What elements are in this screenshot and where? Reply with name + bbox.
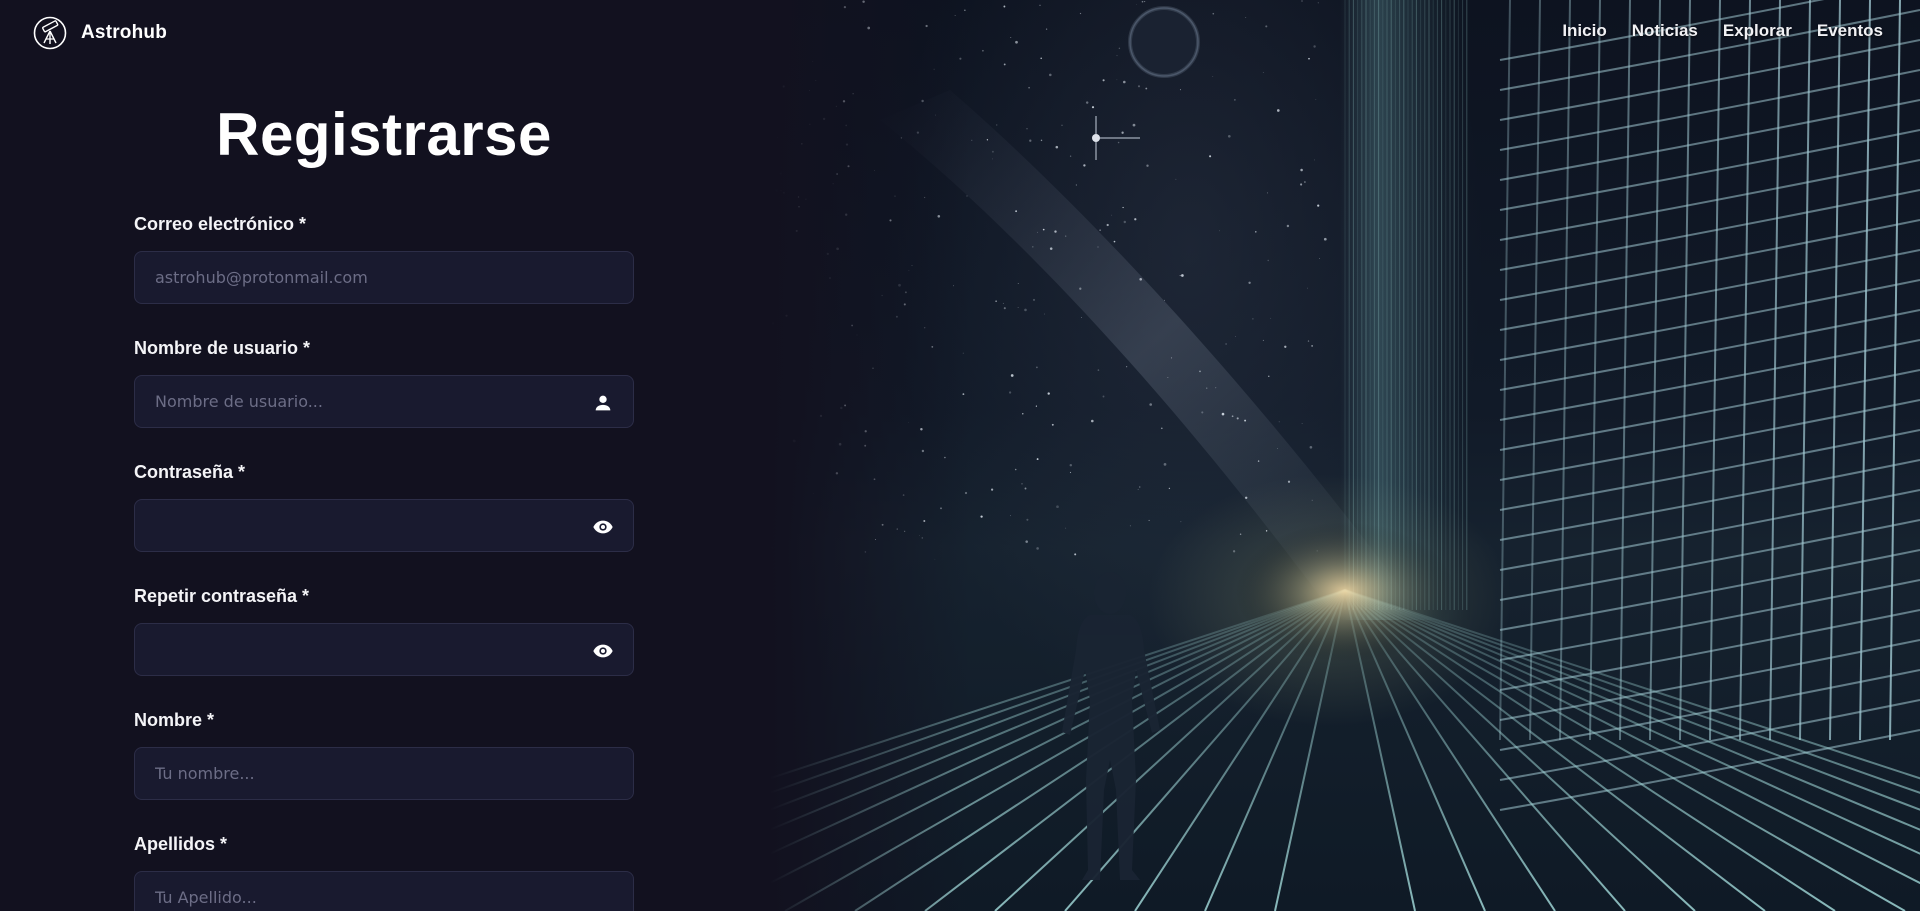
first-name-field-wrapper xyxy=(134,747,634,800)
user-icon xyxy=(595,395,611,411)
eye-icon[interactable] xyxy=(592,640,614,662)
email-field-wrapper xyxy=(134,251,634,304)
nav-link-explorar[interactable]: Explorar xyxy=(1723,21,1792,41)
username-field[interactable] xyxy=(135,376,633,427)
last-name-field[interactable] xyxy=(135,872,633,911)
hero-fade-overlay xyxy=(770,0,970,911)
eye-icon[interactable] xyxy=(592,516,614,538)
page-title: Registrarse xyxy=(216,101,552,168)
nav-link-eventos[interactable]: Eventos xyxy=(1817,21,1883,41)
last-name-label: Apellidos * xyxy=(134,834,228,854)
telescope-icon xyxy=(33,16,67,50)
username-label: Nombre de usuario * xyxy=(134,338,311,358)
registration-page: Astrohub Inicio Noticias Explorar Evento… xyxy=(0,0,1920,911)
email-label: Correo electrónico * xyxy=(134,214,307,234)
first-name-label: Nombre * xyxy=(134,710,215,730)
repeat-password-field[interactable] xyxy=(135,624,633,675)
repeat-password-field-wrapper xyxy=(134,623,634,676)
username-field-wrapper xyxy=(134,375,634,428)
nav-link-inicio[interactable]: Inicio xyxy=(1562,21,1606,41)
password-field-wrapper xyxy=(134,499,634,552)
brand-name: Astrohub xyxy=(81,22,168,43)
nav-link-noticias[interactable]: Noticias xyxy=(1632,21,1698,41)
repeat-password-label: Repetir contraseña * xyxy=(134,586,310,606)
brand[interactable]: Astrohub xyxy=(33,16,167,50)
hero-illustration xyxy=(770,0,1920,911)
password-label: Contraseña * xyxy=(134,462,246,482)
last-name-field-wrapper xyxy=(134,871,634,911)
email-field[interactable] xyxy=(135,252,633,303)
first-name-field[interactable] xyxy=(135,748,633,799)
main-nav: Inicio Noticias Explorar Eventos xyxy=(1562,21,1883,41)
top-navigation: Astrohub Inicio Noticias Explorar Evento… xyxy=(0,0,1920,66)
password-field[interactable] xyxy=(135,500,633,551)
